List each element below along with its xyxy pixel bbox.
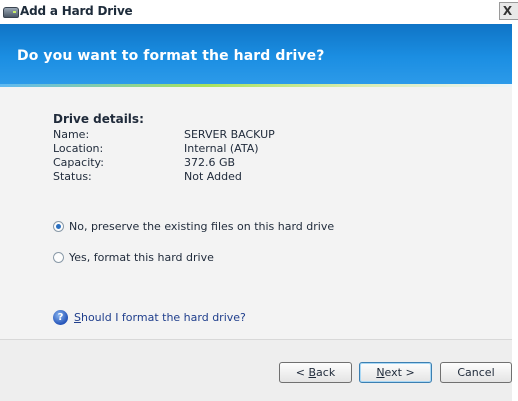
detail-label: Capacity: (53, 156, 104, 169)
back-button[interactable]: < Back (279, 362, 352, 383)
help-icon[interactable]: ? (53, 310, 68, 325)
cancel-button[interactable]: Cancel (440, 362, 512, 383)
detail-label: Name: (53, 128, 90, 141)
back-button-text[interactable]: ack (316, 366, 335, 379)
add-hard-drive-dialog: Add a Hard Drive X Do you want to format… (0, 0, 518, 401)
next-button[interactable]: Next > (359, 362, 432, 383)
option-label[interactable]: Yes, format this hard drive (69, 251, 214, 264)
detail-value: SERVER BACKUP (184, 128, 275, 141)
next-button-text[interactable]: ext > (385, 366, 415, 379)
detail-value: Internal (ATA) (184, 142, 259, 155)
option-label[interactable]: No, preserve the existing files on this … (69, 220, 334, 233)
help-link-text[interactable]: hould I format the hard drive? (81, 311, 246, 324)
back-button-mnemonic[interactable]: B (309, 366, 317, 379)
next-button-mnemonic[interactable]: N (376, 366, 384, 379)
back-button-prefix[interactable]: < (296, 366, 309, 379)
detail-value: 372.6 GB (184, 156, 236, 169)
help-link[interactable]: Should I format the hard drive? (74, 311, 246, 324)
title-bar: Add a Hard Drive X (0, 0, 518, 24)
wizard-header: Do you want to format the hard drive? (0, 24, 512, 84)
radio-button[interactable] (53, 252, 64, 263)
drive-details-heading: Drive details: (53, 112, 144, 126)
wizard-content: Drive details: Name: SERVER BACKUP Locat… (0, 87, 512, 339)
help-link-mnemonic[interactable]: S (74, 311, 81, 324)
radio-button-selected[interactable] (53, 221, 64, 232)
hard-drive-icon (3, 7, 19, 18)
detail-label: Location: (53, 142, 104, 155)
page-title: Do you want to format the hard drive? (17, 48, 325, 64)
wizard-footer: < Back Next > Cancel (0, 339, 512, 401)
close-button[interactable]: X (499, 2, 518, 20)
detail-value: Not Added (184, 170, 242, 183)
window-title: Add a Hard Drive (20, 4, 133, 18)
detail-label: Status: (53, 170, 92, 183)
